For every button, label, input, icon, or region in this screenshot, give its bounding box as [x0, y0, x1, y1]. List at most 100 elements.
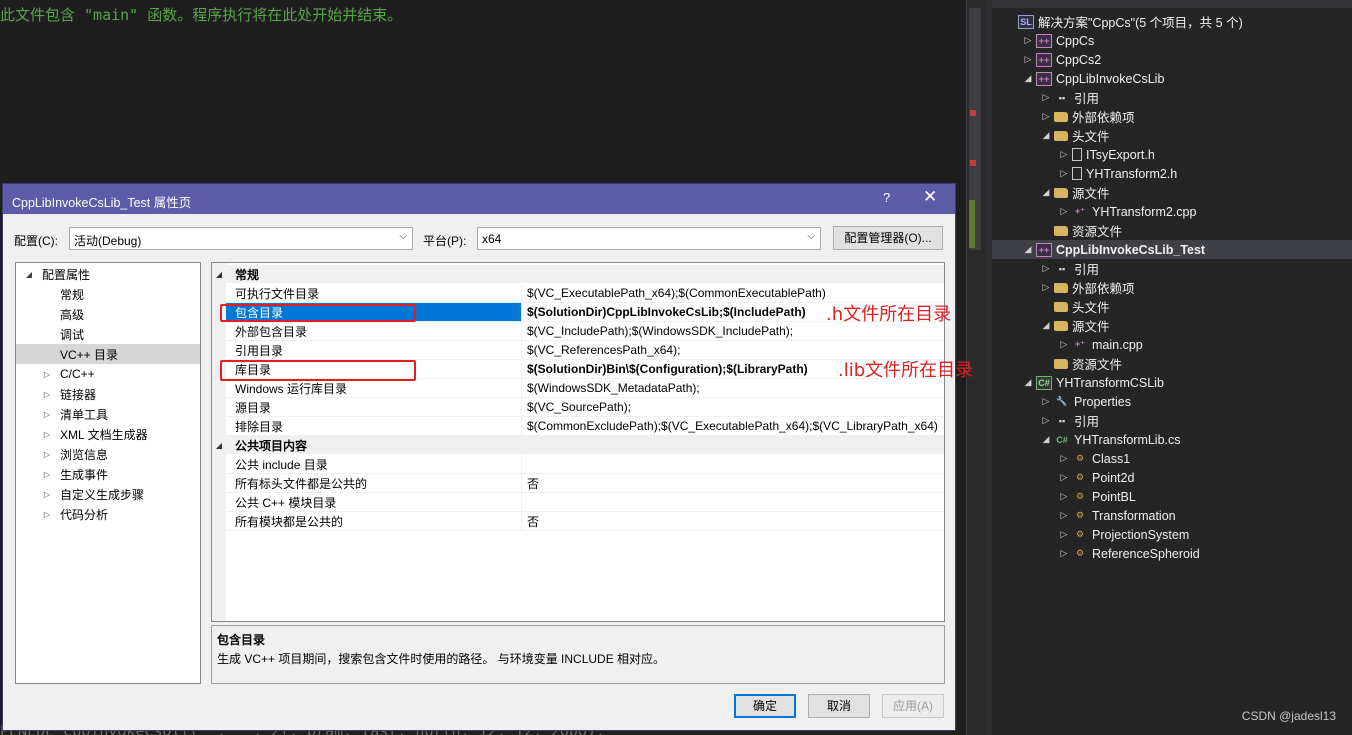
collapsed-arrow-icon[interactable]: ▷ — [1058, 491, 1070, 502]
collapsed-arrow-icon[interactable]: ▷ — [1040, 92, 1052, 103]
collapsed-arrow-icon[interactable]: ▷ — [40, 450, 54, 459]
property-section-header[interactable]: ◢ 常规 — [212, 265, 944, 283]
collapsed-arrow-icon[interactable]: ▷ — [40, 430, 54, 439]
tree-item[interactable]: ▷ +⁺ YHTransform2.cpp — [992, 202, 1352, 221]
property-value[interactable]: $(SolutionDir)Bin\$(Configuration);$(Lib… — [522, 360, 808, 378]
tree-item[interactable]: ◢ C# YHTransformCSLib — [992, 373, 1352, 392]
property-row[interactable]: 源目录 $(VC_SourcePath); — [226, 398, 944, 417]
collapsed-arrow-icon[interactable]: ▷ — [1058, 453, 1070, 464]
collapsed-arrow-icon[interactable]: ▷ — [1040, 111, 1052, 122]
property-value[interactable]: $(VC_ReferencesPath_x64); — [522, 341, 680, 359]
tree-item[interactable]: ▷ ⚙ Point2d — [992, 468, 1352, 487]
property-row[interactable]: 公共 C++ 模块目录 — [226, 493, 944, 512]
apply-button[interactable]: 应用(A) — [882, 694, 944, 718]
collapsed-arrow-icon[interactable]: ▷ — [1058, 149, 1070, 160]
tree-item[interactable]: ▷ +⁺ main.cpp — [992, 335, 1352, 354]
help-button[interactable]: ? — [883, 190, 890, 205]
tree-item[interactable]: 资源文件 — [992, 354, 1352, 373]
dialog-titlebar[interactable]: CppLibInvokeCsLib_Test 属性页 ? ✕ — [3, 184, 955, 214]
collapsed-arrow-icon[interactable]: ▷ — [1058, 168, 1070, 179]
collapsed-arrow-icon[interactable]: ▷ — [1058, 472, 1070, 483]
tree-item[interactable]: ▷ ⚙ Class1 — [992, 449, 1352, 468]
tree-item[interactable]: ▷ ⚙ PointBL — [992, 487, 1352, 506]
property-value[interactable] — [522, 455, 527, 473]
nav-item[interactable]: ▷ 链接器 — [16, 384, 200, 404]
property-value[interactable]: $(VC_IncludePath);$(WindowsSDK_IncludePa… — [522, 322, 793, 340]
collapsed-arrow-icon[interactable]: ▷ — [1040, 263, 1052, 274]
expanded-arrow-icon[interactable]: ◢ — [1040, 187, 1052, 198]
collapsed-arrow-icon[interactable]: ▷ — [1040, 282, 1052, 293]
property-row[interactable]: 所有模块都是公共的否 — [226, 512, 944, 531]
collapsed-arrow-icon[interactable]: ▷ — [1058, 510, 1070, 521]
collapsed-arrow-icon[interactable]: ▷ — [40, 410, 54, 419]
tree-item[interactable]: ◢ 头文件 — [992, 126, 1352, 145]
tree-item[interactable]: ◢ C# YHTransformLib.cs — [992, 430, 1352, 449]
collapsed-arrow-icon[interactable]: ▷ — [1022, 54, 1034, 65]
cancel-button[interactable]: 取消 — [808, 694, 870, 718]
tree-item[interactable]: ▷ ++ CppCs2 — [992, 50, 1352, 69]
collapsed-arrow-icon[interactable]: ▷ — [40, 390, 54, 399]
expanded-arrow-icon[interactable]: ◢ — [1040, 130, 1052, 141]
property-value[interactable]: $(WindowsSDK_MetadataPath); — [522, 379, 700, 397]
expanded-arrow-icon[interactable]: ◢ — [1040, 320, 1052, 331]
tree-item[interactable]: ▷ ⚙ ProjectionSystem — [992, 525, 1352, 544]
collapsed-arrow-icon[interactable]: ▷ — [1058, 548, 1070, 559]
tree-item[interactable]: ▷ ITsyExport.h — [992, 145, 1352, 164]
tree-item[interactable]: ▷ ▪▪ 引用 — [992, 411, 1352, 430]
nav-item[interactable]: 高级 — [16, 304, 200, 324]
tree-item[interactable]: ▷ ▪▪ 引用 — [992, 88, 1352, 107]
property-value[interactable]: $(CommonExcludePath);$(VC_ExecutablePath… — [522, 417, 938, 435]
ok-button[interactable]: 确定 — [734, 694, 796, 718]
collapsed-arrow-icon[interactable]: ▷ — [1040, 396, 1052, 407]
collapsed-arrow-icon[interactable]: ▷ — [40, 510, 54, 519]
tree-item[interactable]: ▷ 外部依赖项 — [992, 107, 1352, 126]
nav-item[interactable]: ▷ 清单工具 — [16, 404, 200, 424]
collapsed-arrow-icon[interactable]: ▷ — [1058, 529, 1070, 540]
tree-item[interactable]: ▷ ⚙ Transformation — [992, 506, 1352, 525]
tree-item[interactable]: 资源文件 — [992, 221, 1352, 240]
expanded-arrow-icon[interactable]: ◢ — [212, 270, 226, 279]
property-value[interactable]: 否 — [522, 474, 539, 492]
property-value[interactable]: 否 — [522, 512, 539, 530]
property-section-header[interactable]: ◢ 公共项目内容 — [212, 436, 944, 454]
tree-item[interactable]: ▷ ⚙ ReferenceSpheroid — [992, 544, 1352, 563]
collapsed-arrow-icon[interactable]: ▷ — [1058, 206, 1070, 217]
expanded-arrow-icon[interactable]: ◢ — [22, 270, 36, 279]
tree-item[interactable]: ◢ ++ CppLibInvokeCsLib_Test — [992, 240, 1352, 259]
property-row[interactable]: 排除目录 $(CommonExcludePath);$(VC_Executable… — [226, 417, 944, 436]
explorer-search-input[interactable] — [992, 0, 1352, 8]
config-manager-button[interactable]: 配置管理器(O)... — [833, 226, 943, 250]
platform-select[interactable]: x64 ⌵ — [477, 227, 821, 250]
nav-item[interactable]: ▷ 自定义生成步骤 — [16, 484, 200, 504]
close-button[interactable]: ✕ — [923, 187, 937, 207]
nav-item[interactable]: ▷ XML 文档生成器 — [16, 424, 200, 444]
config-select[interactable]: 活动(Debug) ⌵ — [69, 227, 413, 250]
property-value[interactable]: $(SolutionDir)CppLibInvokeCsLib;$(Includ… — [522, 303, 806, 321]
collapsed-arrow-icon[interactable]: ▷ — [40, 490, 54, 499]
nav-item[interactable]: ▷ 生成事件 — [16, 464, 200, 484]
tree-item[interactable]: ◢ ++ CppLibInvokeCsLib — [992, 69, 1352, 88]
property-value[interactable]: $(VC_ExecutablePath_x64);$(CommonExecuta… — [522, 284, 826, 302]
collapsed-arrow-icon[interactable]: ▷ — [1058, 339, 1070, 350]
collapsed-arrow-icon[interactable]: ▷ — [40, 370, 54, 379]
tree-item[interactable]: ◢ 源文件 — [992, 316, 1352, 335]
collapsed-arrow-icon[interactable]: ▷ — [1022, 35, 1034, 46]
nav-item[interactable]: VC++ 目录 — [16, 344, 200, 364]
property-value[interactable]: $(VC_SourcePath); — [522, 398, 631, 416]
tree-item[interactable]: ▷ YHTransform2.h — [992, 164, 1352, 183]
nav-item[interactable]: 常规 — [16, 284, 200, 304]
property-row[interactable]: Windows 运行库目录 $(WindowsSDK_MetadataPath); — [226, 379, 944, 398]
expanded-arrow-icon[interactable]: ◢ — [212, 441, 226, 450]
tree-item[interactable]: ▷ 外部依赖项 — [992, 278, 1352, 297]
tree-item[interactable]: SL 解决方案"CppCs"(5 个项目，共 5 个) — [992, 12, 1352, 31]
tree-item[interactable]: ▷ ++ CppCs — [992, 31, 1352, 50]
property-row[interactable]: 所有标头文件都是公共的否 — [226, 474, 944, 493]
nav-item[interactable]: 调试 — [16, 324, 200, 344]
property-value[interactable] — [522, 493, 527, 511]
property-row[interactable]: 引用目录 $(VC_ReferencesPath_x64); — [226, 341, 944, 360]
tree-item[interactable]: ◢ 源文件 — [992, 183, 1352, 202]
expanded-arrow-icon[interactable]: ◢ — [1040, 434, 1052, 445]
collapsed-arrow-icon[interactable]: ▷ — [1040, 415, 1052, 426]
nav-item[interactable]: ◢ 配置属性 — [16, 264, 200, 284]
property-row[interactable]: 公共 include 目录 — [226, 455, 944, 474]
